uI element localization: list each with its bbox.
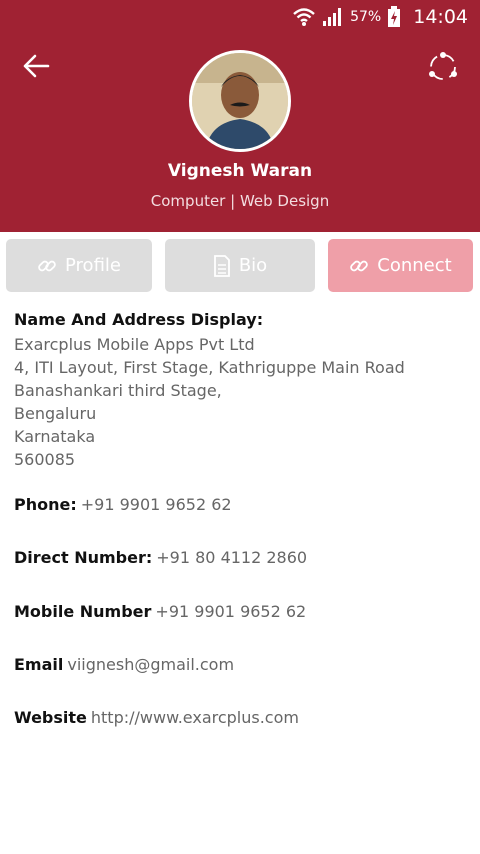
phone-label: Phone: <box>14 495 77 514</box>
arrow-left-icon <box>23 54 50 78</box>
website-value[interactable]: http://www.exarcplus.com <box>91 708 299 727</box>
email-label: Email <box>14 655 64 674</box>
tab-bio[interactable]: Bio <box>165 239 315 292</box>
direct-number-label: Direct Number: <box>14 548 153 567</box>
link-icon <box>349 256 369 276</box>
status-bar: 57% 14:04 <box>0 0 480 34</box>
share-icon <box>429 52 457 80</box>
avatar <box>189 50 291 152</box>
direct-number-value[interactable]: +91 80 4112 2860 <box>156 548 307 567</box>
tab-bar: Profile Bio Connect <box>0 239 480 292</box>
website-label: Website <box>14 708 87 727</box>
share-button[interactable] <box>426 50 460 84</box>
tab-bio-label: Bio <box>238 255 268 276</box>
battery-percent: 57% <box>350 9 382 25</box>
battery-charging-icon <box>387 6 401 28</box>
address-line: 4, ITI Layout, First Stage, Kathriguppe … <box>14 358 405 377</box>
tab-connect[interactable]: Connect <box>328 239 473 292</box>
profile-name: Vignesh Waran <box>167 161 313 181</box>
phone-value[interactable]: +91 9901 9652 62 <box>81 495 232 514</box>
signal-icon <box>322 7 344 27</box>
profile-header: 57% 14:04 Vignesh Waran Computer | Web D… <box>0 0 480 232</box>
address-label: Name And Address Display: <box>14 310 264 329</box>
address-line: Banashankari third Stage, <box>14 381 222 400</box>
tab-connect-label: Connect <box>377 255 452 276</box>
direct-number-row: Direct Number: +91 80 4112 2860 <box>14 548 307 567</box>
mobile-number-row: Mobile Number +91 9901 9652 62 <box>14 602 306 621</box>
mobile-number-value[interactable]: +91 9901 9652 62 <box>155 602 306 621</box>
document-icon <box>213 254 231 277</box>
email-row: Email viignesh@gmail.com <box>14 655 234 674</box>
profile-subtitle: Computer | Web Design <box>150 192 330 210</box>
person-photo-icon <box>192 53 288 149</box>
email-value[interactable]: viignesh@gmail.com <box>67 655 234 674</box>
address-line: 560085 <box>14 450 76 469</box>
tab-profile-label: Profile <box>65 255 121 276</box>
address-section: Name And Address Display: Exarcplus Mobi… <box>14 310 474 471</box>
address-line: Exarcplus Mobile Apps Pvt Ltd <box>14 335 255 354</box>
phone-row: Phone: +91 9901 9652 62 <box>14 495 232 514</box>
wifi-icon <box>292 6 316 28</box>
mobile-number-label: Mobile Number <box>14 602 152 621</box>
link-icon <box>37 256 57 276</box>
back-button[interactable] <box>20 50 52 82</box>
status-time: 14:04 <box>413 6 468 28</box>
address-line: Karnataka <box>14 427 96 446</box>
address-line: Bengaluru <box>14 404 97 423</box>
website-row: Website http://www.exarcplus.com <box>14 708 299 727</box>
tab-profile[interactable]: Profile <box>6 239 152 292</box>
